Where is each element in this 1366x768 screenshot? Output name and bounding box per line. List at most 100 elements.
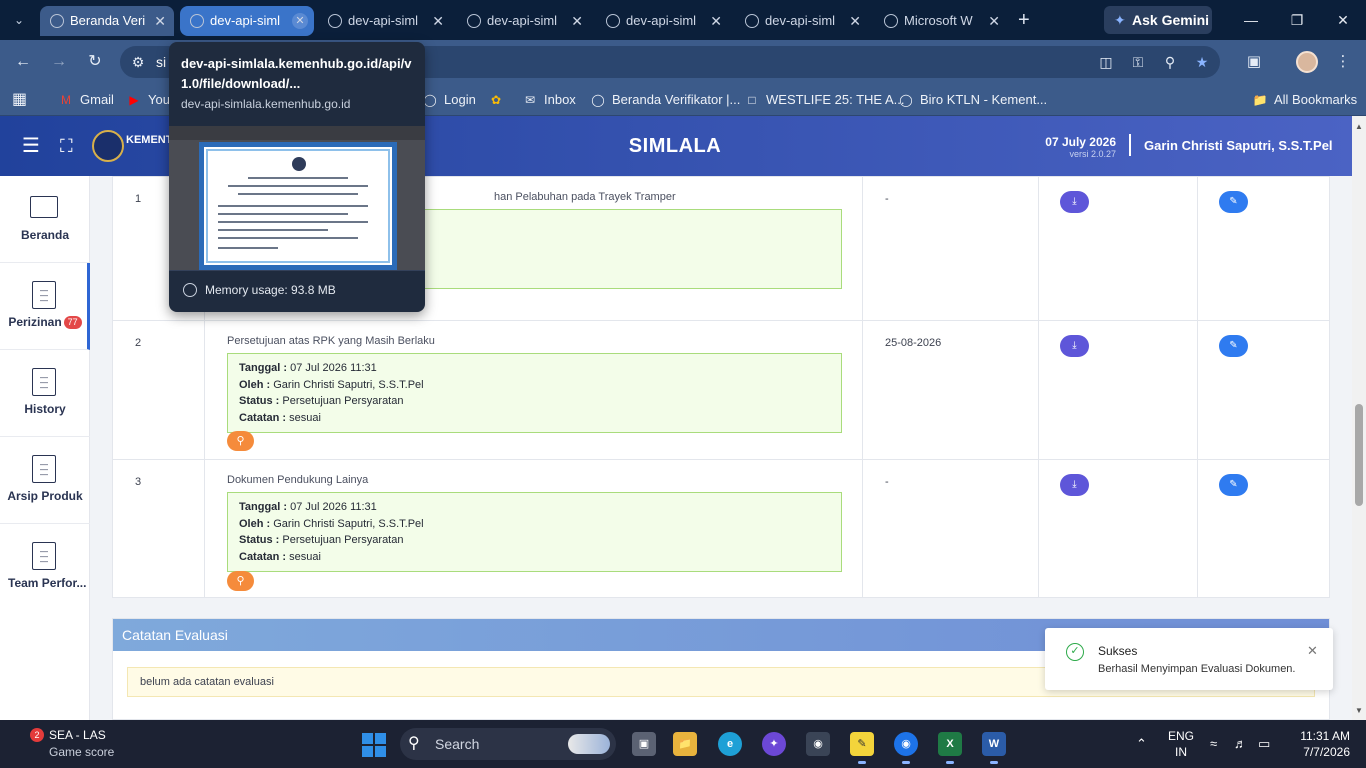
sidebar-item-beranda[interactable]: Beranda bbox=[0, 176, 90, 263]
certificate-text-line bbox=[238, 193, 358, 195]
battery-icon[interactable]: ▭ bbox=[1258, 734, 1270, 754]
zoom-icon[interactable]: ⚲ bbox=[1158, 50, 1182, 74]
close-icon[interactable]: ✕ bbox=[154, 6, 166, 36]
tab-dev-api-3[interactable]: dev-api-siml ✕ bbox=[457, 6, 591, 36]
volume-icon[interactable]: ♬ bbox=[1234, 734, 1247, 754]
app-brand: SIMLALA bbox=[628, 135, 722, 157]
install-app-icon[interactable]: ◫ bbox=[1094, 50, 1118, 74]
preview-button[interactable]: ⚲ bbox=[227, 571, 254, 591]
close-icon[interactable]: ✕ bbox=[710, 6, 722, 36]
close-icon[interactable]: ✕ bbox=[292, 13, 308, 29]
close-icon[interactable]: ✕ bbox=[432, 6, 444, 36]
date-value: 07 Jul 2026 11:31 bbox=[290, 362, 377, 374]
download-button[interactable]: ⤓ bbox=[1060, 335, 1089, 357]
maximize-icon[interactable]: ❐ bbox=[1282, 8, 1312, 32]
extensions-icon[interactable]: ▣ bbox=[1242, 50, 1266, 74]
scrollbar-thumb[interactable] bbox=[1355, 404, 1363, 506]
close-icon[interactable]: ✕ bbox=[571, 6, 583, 36]
copilot-icon[interactable]: ✦ bbox=[762, 732, 786, 756]
browser-tab-strip: ⌄ Beranda Veri ✕ dev-api-siml ✕ dev-api-… bbox=[0, 0, 1366, 40]
tab-dev-api-5[interactable]: dev-api-siml ✕ bbox=[735, 6, 869, 36]
chrome-menu-icon[interactable]: ⋮ bbox=[1331, 50, 1355, 74]
tab-beranda[interactable]: Beranda Veri ✕ bbox=[40, 6, 174, 36]
document-icon: — — — bbox=[32, 542, 56, 570]
certificate-text-line bbox=[218, 213, 348, 215]
edge-icon[interactable]: e bbox=[718, 732, 742, 756]
camera-icon[interactable]: ◉ bbox=[806, 732, 830, 756]
password-key-icon[interactable]: ⚿ bbox=[1126, 50, 1150, 74]
bookmark-beranda-verifikator[interactable]: ◯ Beranda Verifikator |... bbox=[590, 84, 740, 116]
bookmark-gmail[interactable]: M Gmail bbox=[58, 84, 114, 116]
bookmark-youtube[interactable]: ▶ You bbox=[126, 84, 170, 116]
bookmark-star-icon[interactable]: ★ bbox=[1190, 50, 1214, 74]
input-language[interactable]: ENG bbox=[1166, 729, 1196, 743]
bookmark-label: Inbox bbox=[544, 92, 576, 107]
cell-document: Dokumen Pendukung Lainya Tanggal : 07 Ju… bbox=[205, 460, 863, 598]
edit-button[interactable]: ✎ bbox=[1219, 191, 1248, 213]
forward-icon[interactable]: → bbox=[47, 50, 71, 74]
bookmark-label: Biro KTLN - Kement... bbox=[920, 92, 1048, 107]
profile-avatar[interactable] bbox=[1296, 51, 1318, 73]
tab-dev-api-2[interactable]: dev-api-siml ✕ bbox=[318, 6, 452, 36]
window-close-icon[interactable]: ✕ bbox=[1328, 8, 1358, 32]
clock-date[interactable]: 7/7/2026 bbox=[1286, 745, 1350, 759]
ask-gemini-button[interactable]: ✦ Ask Gemini bbox=[1104, 6, 1212, 34]
edit-button[interactable]: ✎ bbox=[1219, 335, 1248, 357]
file-explorer-icon[interactable]: 📁 bbox=[673, 732, 697, 756]
clock-time[interactable]: 11:31 AM bbox=[1286, 729, 1350, 743]
bookmark-biro-ktln[interactable]: ◯ Biro KTLN - Kement... bbox=[898, 84, 1047, 116]
date-label: Tanggal : bbox=[239, 362, 288, 374]
hamburger-menu-icon[interactable]: ☰ bbox=[22, 134, 40, 158]
fullscreen-icon[interactable]: ⛶ bbox=[60, 134, 73, 158]
scroll-down-icon[interactable]: ▼ bbox=[1352, 706, 1366, 716]
input-region[interactable]: IN bbox=[1166, 745, 1196, 759]
bookmark-photos[interactable]: ✿ bbox=[488, 84, 510, 116]
back-icon[interactable]: ← bbox=[11, 50, 35, 74]
sidebar-item-team-performance[interactable]: — — — Team Perfor... bbox=[0, 524, 90, 611]
close-icon[interactable]: ✕ bbox=[849, 6, 861, 36]
tab-dev-api-4[interactable]: dev-api-siml ✕ bbox=[596, 6, 730, 36]
user-name[interactable]: Garin Christi Saputri, S.S.T.Pel bbox=[1144, 138, 1333, 154]
tab-search-icon[interactable]: ⌄ bbox=[6, 8, 32, 32]
wifi-icon[interactable]: ≈ bbox=[1210, 734, 1217, 754]
chrome-icon[interactable]: ◉ bbox=[894, 732, 918, 764]
sidebar-item-perizinan[interactable]: — — — Perizinan 77 bbox=[0, 263, 90, 350]
tab-microsoft-word[interactable]: Microsoft W ✕ bbox=[874, 6, 1008, 36]
bookmark-login[interactable]: ◯ Login bbox=[422, 84, 476, 116]
site-info-icon[interactable]: ⚙ bbox=[126, 50, 150, 74]
table-row: 2 Persetujuan atas RPK yang Masih Berlak… bbox=[113, 321, 1329, 460]
preview-button[interactable]: ⚲ bbox=[227, 431, 254, 451]
sidebar-item-arsip-produk[interactable]: — — — Arsip Produk bbox=[0, 437, 90, 524]
sidebar-item-history[interactable]: — — — History bbox=[0, 350, 90, 437]
expiry-date: - bbox=[885, 476, 889, 488]
gmail-icon: M bbox=[61, 93, 71, 107]
screen: ⌄ Beranda Veri ✕ dev-api-siml ✕ dev-api-… bbox=[0, 0, 1366, 768]
widget-subtitle[interactable]: Game score bbox=[49, 745, 114, 759]
bookmark-westlife[interactable]: □ WESTLIFE 25: THE A... bbox=[744, 84, 904, 116]
task-view-icon[interactable]: ▣ bbox=[632, 732, 656, 756]
apps-grid-icon[interactable]: ▦ bbox=[12, 92, 27, 108]
minimize-icon[interactable]: — bbox=[1236, 8, 1266, 32]
close-icon[interactable]: ✕ bbox=[988, 6, 1000, 36]
bookmark-inbox[interactable]: ✉ Inbox bbox=[522, 84, 576, 116]
certificate-text-line bbox=[218, 247, 278, 249]
taskbar-search[interactable]: ⚲ Search bbox=[400, 728, 616, 760]
document-icon: — — — bbox=[32, 281, 56, 309]
perizinan-label: Perizinan bbox=[8, 315, 62, 329]
all-bookmarks-button[interactable]: 📁 All Bookmarks bbox=[1252, 84, 1358, 116]
address-text[interactable]: si bbox=[156, 46, 166, 78]
tray-overflow-icon[interactable]: ⌃ bbox=[1136, 734, 1147, 754]
new-tab-button[interactable]: + bbox=[1018, 8, 1030, 32]
word-icon[interactable]: W bbox=[982, 732, 1006, 764]
windows-start-icon[interactable] bbox=[362, 733, 386, 757]
reload-icon[interactable]: ↻ bbox=[83, 50, 107, 74]
download-button[interactable]: ⤓ bbox=[1060, 191, 1089, 213]
widget-title[interactable]: SEA - LAS bbox=[49, 728, 106, 742]
download-button[interactable]: ⤓ bbox=[1060, 474, 1089, 496]
excel-icon[interactable]: X bbox=[938, 732, 962, 764]
scroll-up-icon[interactable]: ▲ bbox=[1352, 122, 1366, 132]
edit-button[interactable]: ✎ bbox=[1219, 474, 1248, 496]
sticky-notes-icon[interactable]: ✎ bbox=[850, 732, 874, 764]
tab-dev-api-1[interactable]: dev-api-siml ✕ bbox=[180, 6, 314, 36]
toast-close-icon[interactable]: ✕ bbox=[1307, 643, 1318, 659]
